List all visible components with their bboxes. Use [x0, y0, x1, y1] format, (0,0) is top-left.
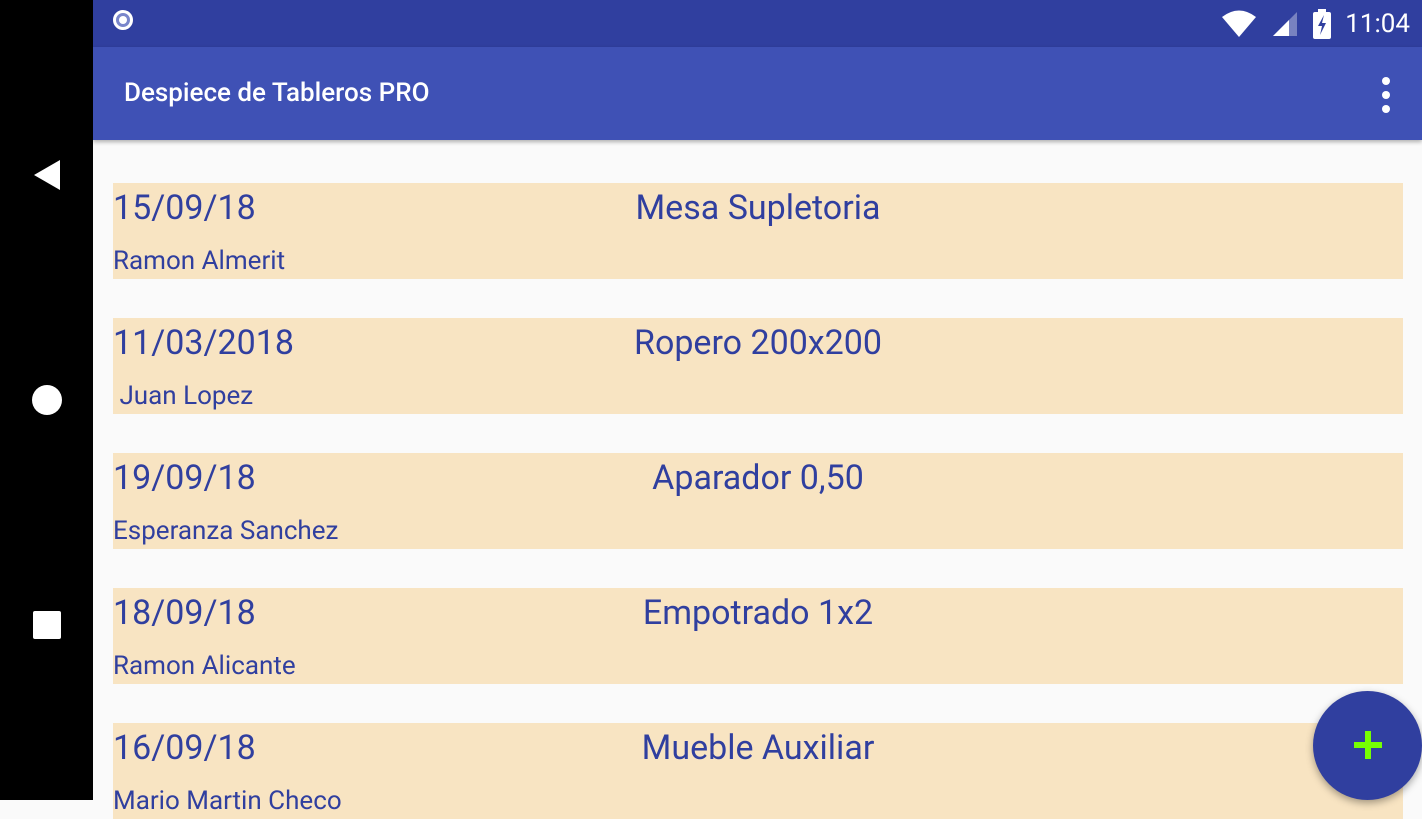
- overflow-menu-button[interactable]: [1376, 77, 1396, 113]
- item-name: Aparador 0,50: [652, 458, 864, 498]
- status-clock: 11:04: [1345, 8, 1410, 39]
- list-item[interactable]: 18/09/18 Empotrado 1x2 Ramon Alicante: [113, 588, 1403, 684]
- list-item[interactable]: 19/09/18 Aparador 0,50 Esperanza Sanchez: [113, 453, 1403, 549]
- navigation-bar: [0, 0, 93, 800]
- item-name: Mesa Supletoria: [635, 188, 881, 228]
- notification-ring-icon: [113, 10, 133, 30]
- app-bar: Despiece de Tableros PRO: [93, 47, 1422, 140]
- overflow-dot-icon: [1382, 91, 1390, 99]
- item-client: Ramon Alicante: [113, 651, 296, 681]
- plus-icon: [1354, 731, 1382, 759]
- recents-button[interactable]: [0, 585, 93, 665]
- home-button[interactable]: [0, 360, 93, 440]
- wifi-icon: [1222, 10, 1257, 37]
- cell-signal-icon: [1273, 11, 1298, 36]
- app-title: Despiece de Tableros PRO: [124, 78, 430, 108]
- back-button[interactable]: [0, 135, 93, 215]
- battery-charging-icon: [1313, 8, 1332, 39]
- item-client: Mario Martin Checo: [113, 786, 342, 816]
- item-client: Juan Lopez: [113, 381, 254, 411]
- item-client: Ramon Almerit: [113, 246, 286, 276]
- list-item[interactable]: 11/03/2018 Ropero 200x200 Juan Lopez: [113, 318, 1403, 414]
- status-icons: 11:04: [1221, 0, 1410, 47]
- item-name: Empotrado 1x2: [642, 593, 874, 633]
- list-item[interactable]: 15/09/18 Mesa Supletoria Ramon Almerit: [113, 183, 1403, 279]
- overflow-dot-icon: [1382, 105, 1390, 113]
- item-client: Esperanza Sanchez: [113, 516, 339, 546]
- back-triangle-icon: [33, 160, 60, 190]
- add-project-fab[interactable]: [1313, 691, 1422, 800]
- status-bar: 11:04: [93, 0, 1422, 47]
- recents-square-icon: [32, 611, 61, 639]
- home-circle-icon: [31, 385, 62, 415]
- overflow-dot-icon: [1382, 77, 1390, 85]
- item-name: Ropero 200x200: [634, 323, 882, 363]
- item-name: Mueble Auxiliar: [641, 728, 875, 768]
- list-item[interactable]: 16/09/18 Mueble Auxiliar Mario Martin Ch…: [113, 723, 1403, 819]
